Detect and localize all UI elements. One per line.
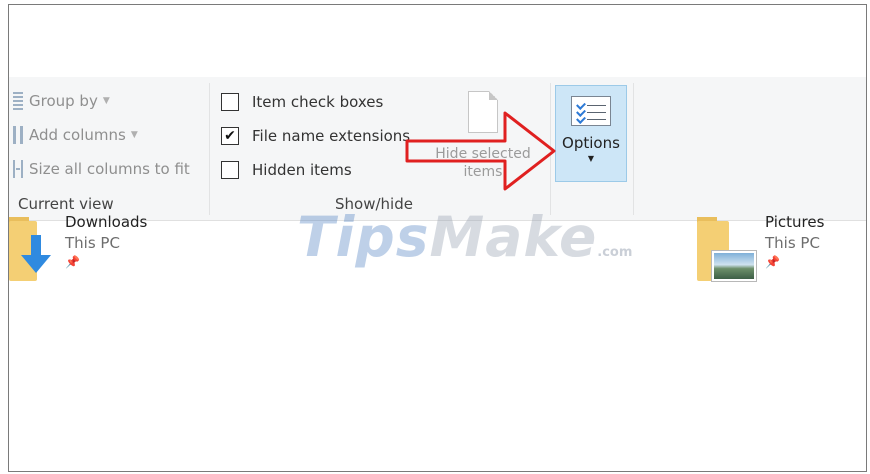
hide-selected-page-icon bbox=[468, 91, 498, 133]
download-arrow-icon bbox=[21, 235, 51, 273]
downloads-name: Downloads bbox=[65, 213, 148, 231]
current-view-group-label: Current view bbox=[18, 195, 114, 213]
add-columns-button[interactable]: Add columns ▼ bbox=[13, 123, 138, 147]
options-list-icon bbox=[571, 96, 611, 126]
file-name-extensions-option[interactable]: ✔ File name extensions bbox=[221, 124, 410, 148]
pictures-name: Pictures bbox=[765, 213, 825, 231]
chevron-down-icon: ▼ bbox=[130, 130, 138, 140]
pin-icon: 📌 bbox=[65, 255, 80, 269]
picture-thumbnail-icon bbox=[712, 251, 756, 281]
options-label: Options bbox=[562, 134, 620, 152]
item-check-boxes-checkbox[interactable] bbox=[221, 93, 239, 111]
hidden-items-checkbox[interactable] bbox=[221, 161, 239, 179]
hidden-items-option[interactable]: Hidden items bbox=[221, 158, 352, 182]
ribbon-divider bbox=[633, 83, 634, 215]
size-columns-label: Size all columns to fit bbox=[29, 160, 190, 178]
watermark-logo: TipsMake.com bbox=[297, 205, 633, 269]
size-columns-icon bbox=[13, 160, 23, 178]
pin-icon: 📌 bbox=[765, 255, 780, 269]
downloads-text: Downloads This PC 📌 bbox=[65, 213, 215, 269]
group-by-label: Group by bbox=[29, 92, 98, 110]
item-check-boxes-label: Item check boxes bbox=[252, 93, 384, 111]
chevron-down-icon: ▼ bbox=[102, 96, 110, 106]
file-explorer-window: Group by ▼ Add columns ▼ Size all column… bbox=[8, 4, 867, 472]
pictures-text: Pictures This PC 📌 bbox=[765, 213, 866, 269]
size-all-columns-button[interactable]: Size all columns to fit bbox=[13, 157, 190, 181]
hide-selected-label-line2: items bbox=[463, 164, 503, 180]
hide-selected-items-button[interactable]: Hide selected items bbox=[427, 91, 539, 181]
hide-selected-label-line1: Hide selected bbox=[435, 146, 531, 162]
file-name-extensions-label: File name extensions bbox=[252, 127, 411, 145]
file-name-extensions-checkbox[interactable]: ✔ bbox=[221, 127, 239, 145]
options-button[interactable]: Options ▼ bbox=[555, 85, 627, 182]
hidden-items-label: Hidden items bbox=[252, 161, 352, 179]
add-columns-icon bbox=[13, 126, 23, 144]
ribbon-divider bbox=[550, 83, 551, 215]
group-by-icon bbox=[13, 92, 23, 110]
item-check-boxes-option[interactable]: Item check boxes bbox=[221, 90, 383, 114]
ribbon-divider bbox=[209, 83, 210, 215]
pictures-location: This PC bbox=[765, 234, 820, 252]
ribbon-view-tab: Group by ▼ Add columns ▼ Size all column… bbox=[9, 77, 866, 221]
downloads-location: This PC bbox=[65, 234, 120, 252]
group-by-button[interactable]: Group by ▼ bbox=[13, 89, 110, 113]
add-columns-label: Add columns bbox=[29, 126, 126, 144]
chevron-down-icon: ▼ bbox=[587, 154, 595, 163]
